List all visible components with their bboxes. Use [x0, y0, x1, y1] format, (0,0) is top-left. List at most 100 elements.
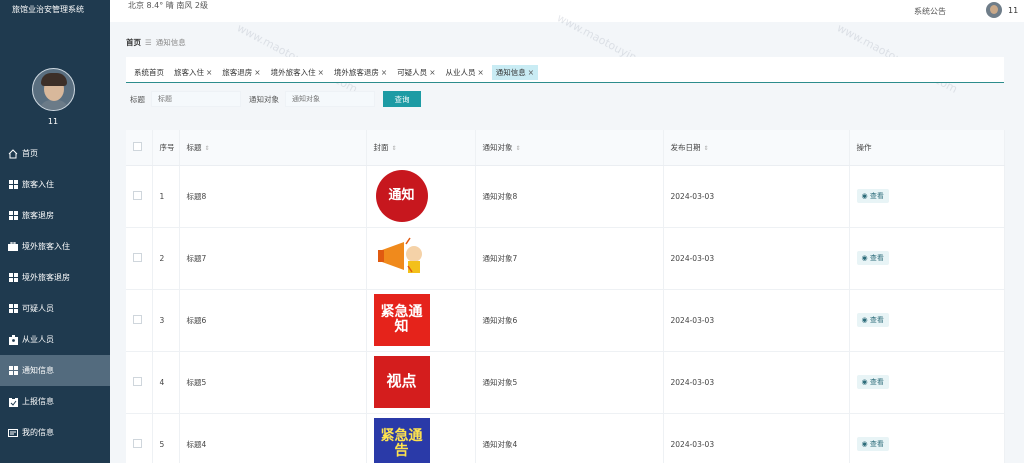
cover-image-text: 紧急通告 — [380, 428, 423, 459]
tab-notices[interactable]: 通知信息 × — [491, 65, 539, 80]
sidebar-item-notices[interactable]: 通知信息 — [0, 355, 110, 386]
view-button[interactable]: ◉ 查看 — [856, 313, 889, 327]
sidebar-item-label: 上报信息 — [22, 397, 54, 406]
tab-guest-checkin[interactable]: 旅客入住 × — [172, 65, 214, 80]
grid-icon — [8, 180, 18, 190]
view-button[interactable]: ◉ 查看 — [856, 437, 889, 451]
cell-index: 5 — [152, 413, 180, 463]
checkbox[interactable] — [133, 376, 142, 386]
cover-image-text: 视点 — [386, 372, 417, 391]
table-row: 3 标题6 紧急通知 通知对象6 2024-03-03 ◉ 查看 — [126, 289, 1005, 352]
cover-image-megaphone — [374, 232, 430, 284]
sidebar-item-suspicious[interactable]: 可疑人员 — [0, 293, 110, 324]
sidebar-item-label: 首页 — [22, 149, 38, 158]
header-title[interactable]: 标题 ⇕ — [179, 130, 367, 166]
view-button[interactable]: ◉ 查看 — [856, 251, 889, 265]
search-button[interactable]: 查询 — [383, 91, 421, 107]
view-button[interactable]: ◉ 查看 — [856, 375, 889, 389]
home-icon — [8, 148, 18, 159]
checkbox[interactable] — [133, 190, 142, 200]
user-avatar[interactable] — [986, 2, 1002, 18]
cell-index: 3 — [152, 289, 180, 352]
sidebar-item-home[interactable]: 首页 — [0, 138, 110, 169]
cell-cover: 紧急通知 — [366, 289, 476, 352]
cover-image: 视点 — [373, 356, 430, 408]
close-icon[interactable]: × — [254, 68, 260, 77]
grid-icon — [8, 273, 18, 283]
sort-icon[interactable]: ⇕ — [704, 145, 709, 152]
table-row: 2 标题7 通知对象7 2024-03-03 ◉ 查看 — [126, 227, 1005, 290]
breadcrumb-separator: ☰ — [145, 38, 152, 47]
close-icon[interactable]: × — [429, 68, 435, 77]
checkbox[interactable] — [133, 314, 142, 324]
tab-guest-checkout[interactable]: 旅客退房 × — [220, 65, 262, 80]
cover-image: 紧急通告 — [373, 418, 430, 463]
cell-target: 通知对象4 — [475, 413, 664, 463]
close-icon[interactable]: × — [381, 68, 387, 77]
close-icon[interactable]: × — [528, 68, 534, 77]
sort-icon[interactable]: ⇕ — [205, 145, 210, 152]
header-index: 序号 — [152, 130, 180, 166]
system-notice-link[interactable]: 系统公告 — [914, 6, 946, 17]
breadcrumb: 首页 ☰ 通知信息 — [126, 37, 186, 48]
sidebar-item-label: 可疑人员 — [22, 304, 54, 313]
tab-foreign-checkout[interactable]: 境外旅客退房 × — [332, 65, 389, 80]
cell-index: 2 — [152, 227, 180, 290]
sidebar-item-label: 从业人员 — [22, 335, 54, 344]
badge-icon — [8, 334, 18, 345]
target-label: 通知对象 — [249, 94, 279, 104]
sidebar-item-reports[interactable]: 上报信息 — [0, 386, 110, 417]
breadcrumb-home[interactable]: 首页 — [126, 38, 141, 47]
cell-target: 通知对象5 — [475, 351, 664, 414]
view-button[interactable]: ◉ 查看 — [856, 189, 889, 203]
checkbox[interactable] — [133, 438, 142, 448]
sidebar-username: 11 — [47, 117, 59, 126]
close-icon[interactable]: × — [206, 68, 212, 77]
title-label: 标题 — [130, 94, 145, 104]
table-row: 4 标题5 视点 通知对象5 2024-03-03 ◉ 查看 — [126, 351, 1005, 414]
checkbox[interactable] — [133, 141, 142, 151]
cell-cover — [366, 227, 476, 290]
avatar[interactable] — [32, 68, 75, 111]
sidebar-item-foreign-checkin[interactable]: 境外旅客入住 — [0, 231, 110, 262]
cell-date: 2024-03-03 — [663, 351, 850, 414]
weather-info: 北京 8.4° 晴 南风 2级 — [128, 1, 208, 10]
cell-target: 通知对象6 — [475, 289, 664, 352]
target-input[interactable] — [285, 91, 375, 107]
notice-table-panel: 序号 标题 ⇕ 封面 ⇕ 通知对象 ⇕ 发布日期 ⇕ 操作 1 标题8 通知 通… — [126, 130, 1005, 463]
tab-system-home[interactable]: 系统首页 — [132, 65, 166, 80]
cell-title: 标题6 — [179, 289, 367, 352]
sidebar-item-profile[interactable]: 我的信息 — [0, 417, 110, 448]
cell-target: 通知对象8 — [475, 165, 664, 228]
card-icon — [8, 428, 18, 438]
grid-icon — [8, 304, 18, 314]
header-target[interactable]: 通知对象 ⇕ — [475, 130, 664, 166]
sidebar-item-foreign-checkout[interactable]: 境外旅客退房 — [0, 262, 110, 293]
tab-suspicious[interactable]: 可疑人员 × — [395, 65, 437, 80]
tab-staff[interactable]: 从业人员 × — [443, 65, 485, 80]
title-input[interactable] — [151, 91, 241, 107]
header-cover[interactable]: 封面 ⇕ — [366, 130, 476, 166]
cell-title: 标题4 — [179, 413, 367, 463]
close-icon[interactable]: × — [318, 68, 324, 77]
tab-foreign-checkin[interactable]: 境外旅客入住 × — [269, 65, 326, 80]
eye-icon: ◉ — [861, 378, 870, 386]
sidebar-item-label: 境外旅客退房 — [22, 273, 70, 282]
notice-table: 序号 标题 ⇕ 封面 ⇕ 通知对象 ⇕ 发布日期 ⇕ 操作 1 标题8 通知 通… — [126, 130, 1005, 463]
top-username[interactable]: 11 — [1008, 6, 1018, 15]
cover-image: 紧急通知 — [373, 294, 430, 346]
header-date[interactable]: 发布日期 ⇕ — [663, 130, 850, 166]
cell-title: 标题8 — [179, 165, 367, 228]
close-icon[interactable]: × — [477, 68, 483, 77]
checkbox[interactable] — [133, 252, 142, 262]
cell-index: 1 — [152, 165, 180, 228]
sidebar-item-staff[interactable]: 从业人员 — [0, 324, 110, 355]
table-row: 5 标题4 紧急通告 通知对象4 2024-03-03 ◉ 查看 — [126, 413, 1005, 463]
select-all-checkbox-cell[interactable] — [126, 130, 153, 166]
cell-cover: 视点 — [366, 351, 476, 414]
sidebar-item-guest-checkin[interactable]: 旅客入住 — [0, 169, 110, 200]
sort-icon[interactable]: ⇕ — [516, 145, 521, 152]
sort-icon[interactable]: ⇕ — [392, 145, 397, 152]
sidebar-item-guest-checkout[interactable]: 旅客退房 — [0, 200, 110, 231]
eye-icon: ◉ — [861, 440, 870, 448]
